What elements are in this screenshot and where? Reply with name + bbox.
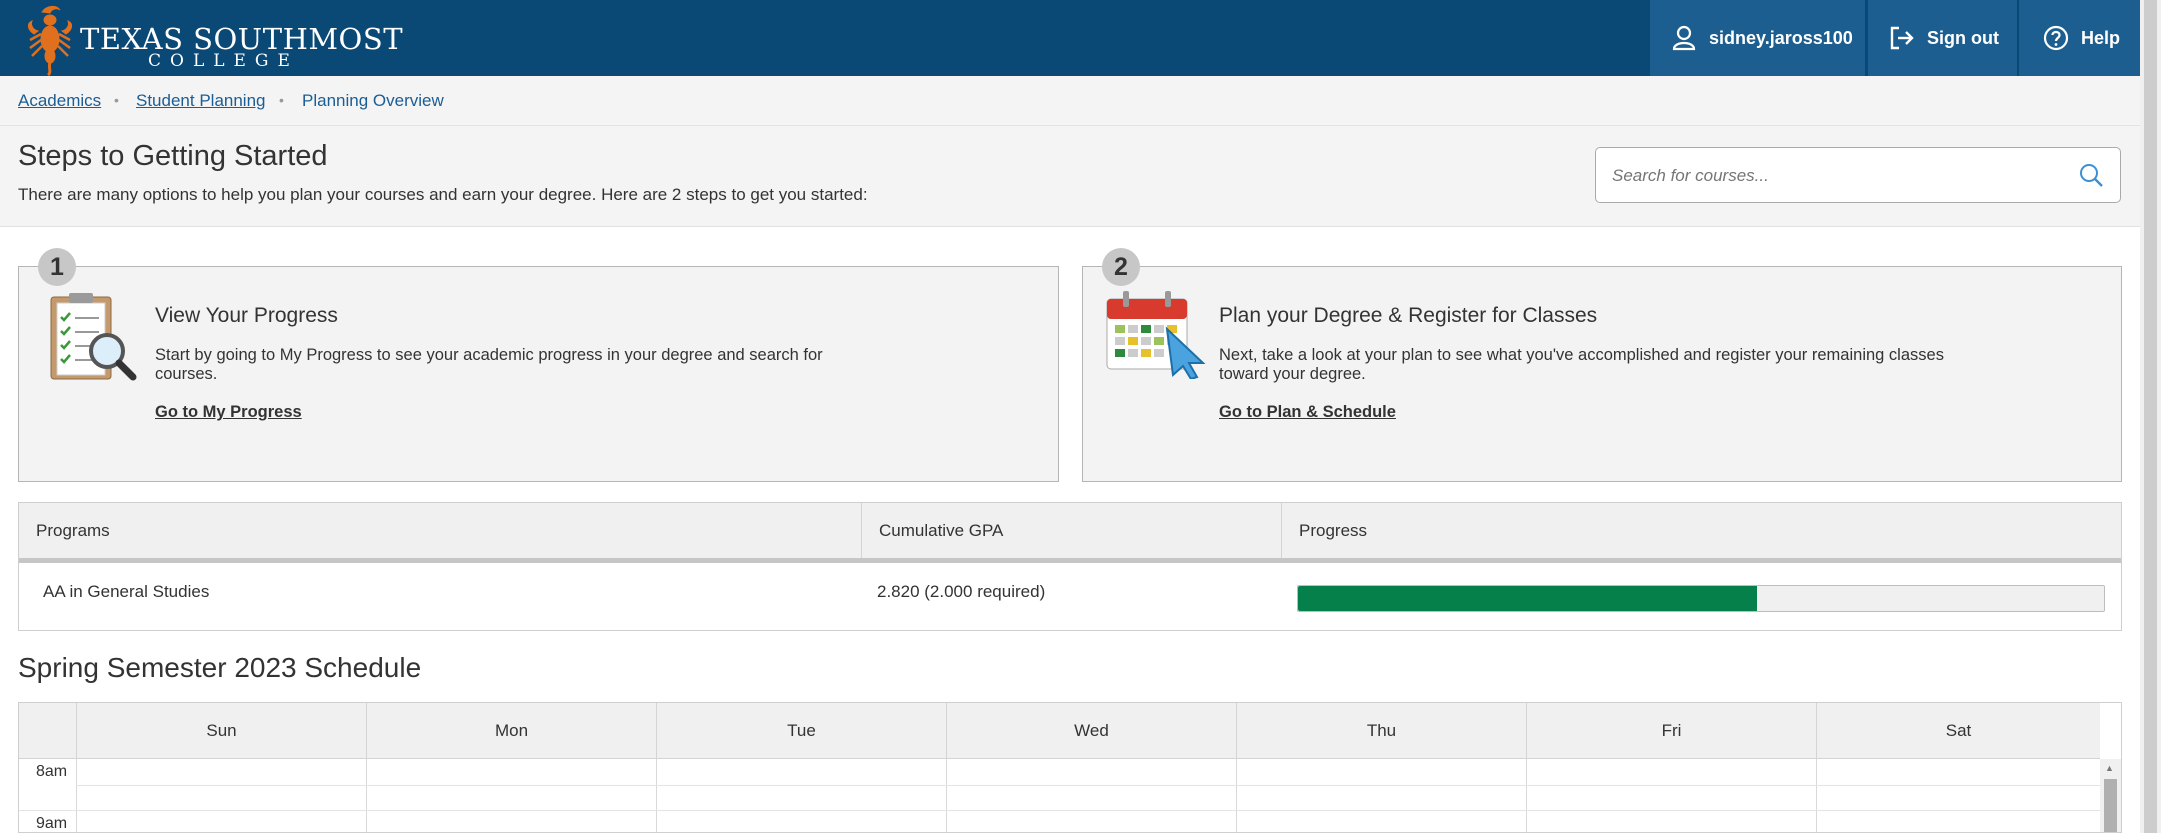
column-header-progress: Progress	[1281, 503, 2121, 558]
breadcrumb-current: Planning Overview	[302, 91, 444, 110]
day-header-thu: Thu	[1236, 703, 1526, 758]
logo-subtitle: COLLEGE	[148, 51, 299, 71]
progress-bar	[1297, 585, 2105, 612]
programs-table: Programs Cumulative GPA Progress AA in G…	[18, 502, 2122, 631]
search-input[interactable]	[1610, 160, 2074, 192]
program-name[interactable]: AA in General Studies	[43, 582, 209, 602]
breadcrumb-student-planning[interactable]: Student Planning	[136, 91, 266, 111]
time-label-8am: 8am	[36, 763, 68, 780]
sign-out-label: Sign out	[1927, 27, 1999, 48]
day-header-wed: Wed	[946, 703, 1236, 758]
hour-line	[19, 810, 2100, 811]
breadcrumb-academics[interactable]: Academics	[18, 91, 101, 111]
scorpion-icon	[27, 5, 73, 76]
table-header: Programs Cumulative GPA Progress	[19, 503, 2121, 563]
step-title: View Your Progress	[155, 304, 338, 327]
step-title: Plan your Degree & Register for Classes	[1219, 304, 1598, 327]
calendar-scrollbar-thumb[interactable]	[2104, 779, 2117, 832]
go-to-plan-schedule-link[interactable]: Go to Plan & Schedule	[1219, 403, 1396, 422]
calendar-grid[interactable]: 8am 9am	[19, 759, 2100, 832]
cumulative-gpa: 2.820 (2.000 required)	[877, 582, 1046, 601]
day-column[interactable]	[656, 759, 946, 832]
help-button[interactable]: Help	[2019, 0, 2140, 76]
schedule-title: Spring Semester 2023 Schedule	[18, 652, 422, 683]
help-icon	[2043, 25, 2069, 51]
page-title: Steps to Getting Started	[18, 140, 328, 172]
user-menu-button[interactable]: sidney.jaross100	[1650, 0, 1865, 76]
top-header: TEXAS SOUTHMOST COLLEGE sidney.jaross100…	[0, 0, 2140, 76]
calendar-header: Sun Mon Tue Wed Thu Fri Sat	[19, 703, 2100, 759]
half-hour-line	[76, 785, 2100, 786]
step-number-badge: 2	[1102, 248, 1140, 286]
user-icon	[1672, 25, 1696, 51]
step-card-plan: 2 Plan your Degree & Register for Classe…	[1082, 248, 2122, 482]
clipboard-magnifier-icon	[50, 293, 137, 381]
page-subtitle: There are many options to help you plan …	[18, 185, 868, 204]
day-column[interactable]	[1236, 759, 1526, 832]
column-header-programs: Programs	[36, 521, 110, 540]
time-label-9am: 9am	[36, 815, 68, 832]
college-logo[interactable]: TEXAS SOUTHMOST COLLEGE	[22, 4, 403, 76]
step-card-progress: 1 View Your Progress Start by going to M…	[18, 248, 1059, 482]
day-header-mon: Mon	[366, 703, 656, 758]
username-label: sidney.jaross100	[1709, 27, 1853, 48]
breadcrumb-separator: •	[114, 92, 119, 108]
column-header-gpa: Cumulative GPA	[861, 503, 1281, 558]
step-description: Next, take a look at your plan to see wh…	[1219, 346, 1944, 383]
progress-bar-fill	[1298, 586, 1758, 611]
scroll-up-icon[interactable]: ▲	[2105, 763, 2114, 773]
sign-out-icon	[1890, 26, 1914, 50]
day-header-tue: Tue	[656, 703, 946, 758]
day-column[interactable]	[946, 759, 1236, 832]
page-scrollbar-thumb[interactable]	[2144, 0, 2157, 833]
day-column[interactable]	[1526, 759, 1816, 832]
sign-out-button[interactable]: Sign out	[1868, 0, 2017, 76]
search-icon[interactable]	[2078, 162, 2104, 188]
calendar-scrollbar[interactable]: ▲	[2100, 759, 2121, 832]
step-description: Start by going to My Progress to see you…	[155, 346, 823, 383]
day-column[interactable]	[1816, 759, 2100, 832]
go-to-my-progress-link[interactable]: Go to My Progress	[155, 403, 302, 422]
breadcrumb: Academics • Student Planning • Planning …	[0, 76, 2140, 126]
breadcrumb-separator: •	[279, 92, 284, 108]
day-header-sun: Sun	[76, 703, 366, 758]
calendar-cursor-icon	[1106, 291, 1206, 379]
day-column[interactable]	[366, 759, 656, 832]
day-header-fri: Fri	[1526, 703, 1816, 758]
help-label: Help	[2081, 27, 2121, 48]
schedule-calendar: Sun Mon Tue Wed Thu Fri Sat 8am 9am ▲	[18, 702, 2122, 833]
day-column[interactable]	[76, 759, 366, 832]
intro-section: Steps to Getting Started There are many …	[0, 126, 2140, 227]
step-number-badge: 1	[38, 248, 76, 286]
day-header-sat: Sat	[1816, 703, 2100, 758]
course-search[interactable]	[1595, 147, 2121, 203]
